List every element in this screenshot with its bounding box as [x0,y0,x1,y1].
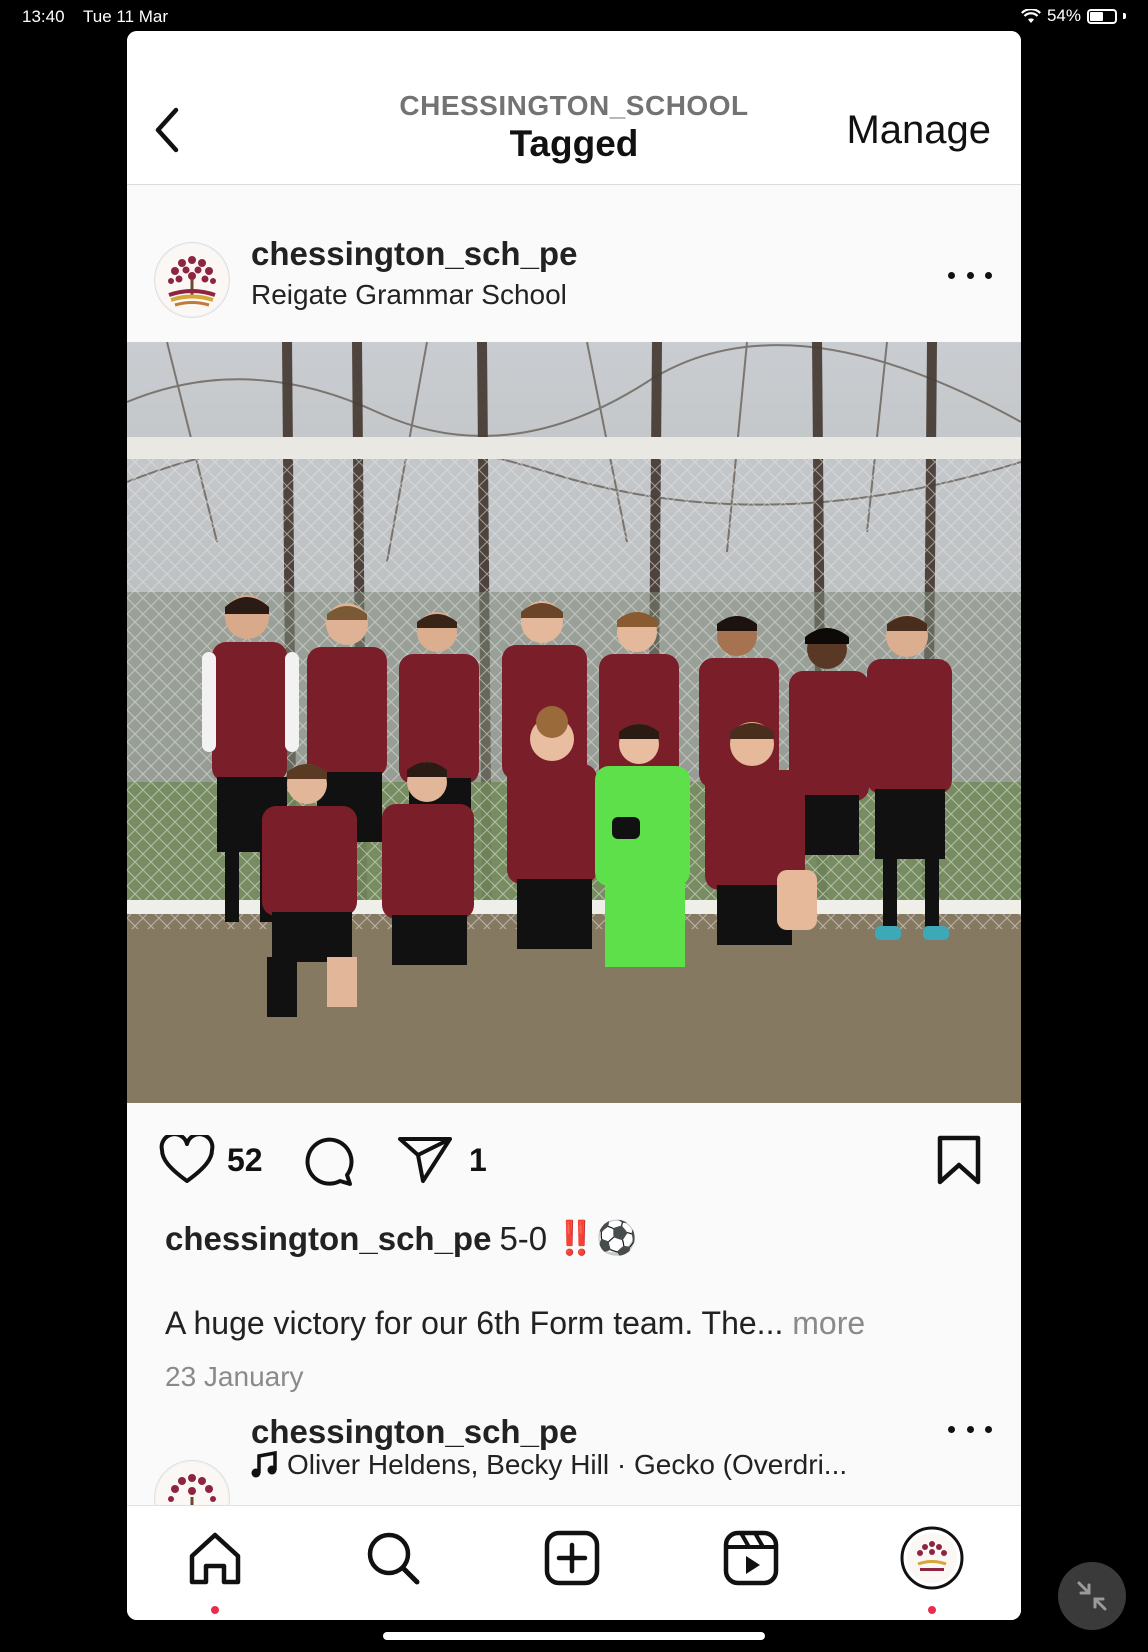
caption-preview: A huge victory for our 6th Form team. Th… [165,1305,784,1341]
audio-title: Oliver Heldens, Becky Hill · Gecko (Over… [287,1449,848,1480]
status-right: 54% [1020,6,1126,26]
home-active-dot [211,1606,219,1614]
school-logo-icon [156,244,228,316]
team-photo-image [127,342,1021,1103]
caption-emojis: ‼️⚽ [555,1219,638,1256]
app-window: CHESSINGTON_SCHOOL Tagged Manage chessin… [127,31,1021,1620]
post-photo[interactable] [127,342,1021,1103]
caption-more-link[interactable]: more [792,1305,865,1341]
manage-button[interactable]: Manage [846,108,991,153]
post-username[interactable]: chessington_sch_pe [251,235,577,273]
status-date: Tue 11 Mar [83,7,169,26]
top-bar: CHESSINGTON_SCHOOL Tagged Manage [127,31,1021,185]
caption-body: A huge victory for our 6th Form team. Th… [165,1305,865,1342]
tab-search[interactable] [363,1528,423,1588]
send-icon[interactable] [397,1135,453,1185]
caption-text: 5-0 [499,1219,548,1257]
tab-profile[interactable] [900,1526,964,1590]
post-header: chessington_sch_pe Reigate Grammar Schoo… [127,185,1021,342]
like-count[interactable]: 52 [227,1142,263,1179]
home-icon [189,1532,241,1585]
tab-create[interactable] [542,1528,602,1588]
bookmark-icon[interactable] [937,1135,981,1185]
music-note-icon [251,1451,277,1478]
comment-icon[interactable] [300,1135,354,1187]
more-options-button[interactable] [948,1419,992,1439]
like-group: 52 [159,1135,263,1185]
heart-icon[interactable] [159,1135,215,1185]
post-location[interactable]: Reigate Grammar School [251,279,567,311]
tab-reels[interactable] [721,1528,781,1588]
profile-active-dot [928,1606,936,1614]
reels-icon [723,1530,779,1586]
home-indicator[interactable] [383,1632,765,1640]
battery-percent: 54% [1046,6,1081,25]
more-options-button[interactable] [948,265,992,285]
add-post-icon [544,1530,600,1586]
share-count: 1 [469,1141,487,1178]
status-time: 13:40 [22,7,65,26]
share-group: 1 [397,1135,487,1185]
caption-username[interactable]: chessington_sch_pe [165,1220,491,1258]
avatar[interactable] [154,242,230,318]
status-bar: 13:40 Tue 11 Mar 54% [0,0,1148,32]
tab-home[interactable] [185,1528,245,1588]
bottom-tab-bar [127,1505,1021,1620]
profile-avatar-icon [900,1526,964,1590]
battery-icon [1087,8,1117,24]
exit-fullscreen-button[interactable] [1058,1562,1126,1630]
next-post-username[interactable]: chessington_sch_pe [251,1413,577,1451]
caption-first-line: chessington_sch_pe 5-0 ‼️⚽ [165,1219,637,1258]
search-icon [367,1532,420,1585]
post-date: 23 January [165,1361,304,1392]
collapse-arrows-icon [1077,1581,1107,1611]
next-post-audio[interactable]: Oliver Heldens, Becky Hill · Gecko (Over… [251,1449,847,1481]
wifi-icon [1020,8,1041,23]
